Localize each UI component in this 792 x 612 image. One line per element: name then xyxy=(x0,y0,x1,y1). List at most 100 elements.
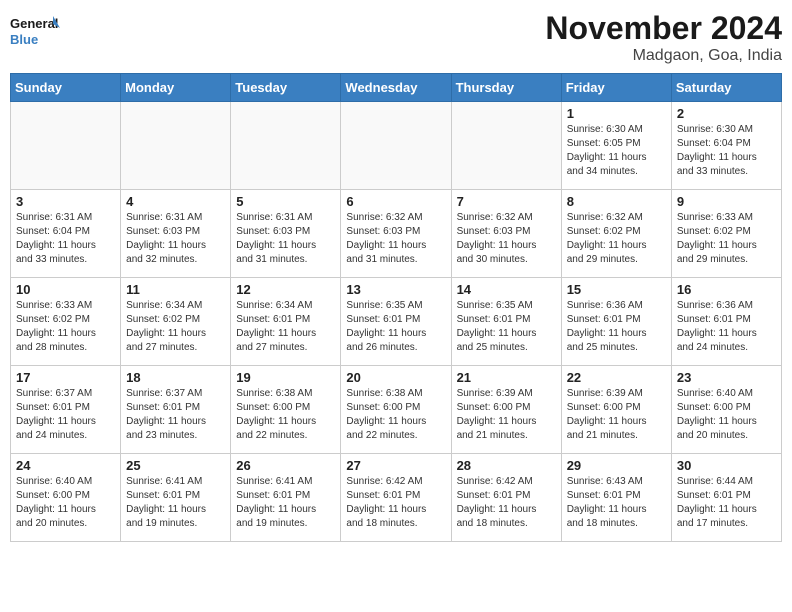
calendar-day: 28 Sunrise: 6:42 AM Sunset: 6:01 PM Dayli… xyxy=(451,454,561,542)
day-number: 7 xyxy=(457,194,556,209)
day-number: 28 xyxy=(457,458,556,473)
day-info: Sunrise: 6:36 AM Sunset: 6:01 PM Dayligh… xyxy=(677,299,776,355)
location: Madgaon, Goa, India xyxy=(545,47,782,65)
calendar-day: 21 Sunrise: 6:39 AM Sunset: 6:00 PM Dayli… xyxy=(451,366,561,454)
calendar-day: 23 Sunrise: 6:40 AM Sunset: 6:00 PM Dayli… xyxy=(671,366,781,454)
calendar-day: 7 Sunrise: 6:32 AM Sunset: 6:03 PM Daylig… xyxy=(451,190,561,278)
day-info: Sunrise: 6:32 AM Sunset: 6:03 PM Dayligh… xyxy=(457,211,556,267)
day-info: Sunrise: 6:31 AM Sunset: 6:03 PM Dayligh… xyxy=(236,211,335,267)
day-number: 6 xyxy=(346,194,445,209)
calendar-day: 14 Sunrise: 6:35 AM Sunset: 6:01 PM Dayli… xyxy=(451,278,561,366)
calendar-day: 22Sunrise: 6:39 AM Sunset: 6:00 PM Dayli… xyxy=(561,366,671,454)
page-header: General Blue November 2024 Madgaon, Goa,… xyxy=(10,10,782,65)
calendar-day: 30Sunrise: 6:44 AM Sunset: 6:01 PM Dayli… xyxy=(671,454,781,542)
day-info: Sunrise: 6:30 AM Sunset: 6:05 PM Dayligh… xyxy=(567,123,666,179)
day-number: 22 xyxy=(567,370,666,385)
day-info: Sunrise: 6:37 AM Sunset: 6:01 PM Dayligh… xyxy=(16,387,115,443)
calendar-day: 11 Sunrise: 6:34 AM Sunset: 6:02 PM Dayli… xyxy=(121,278,231,366)
day-info: Sunrise: 6:40 AM Sunset: 6:00 PM Dayligh… xyxy=(677,387,776,443)
calendar-day: 6 Sunrise: 6:32 AM Sunset: 6:03 PM Daylig… xyxy=(341,190,451,278)
calendar-day: 19 Sunrise: 6:38 AM Sunset: 6:00 PM Dayli… xyxy=(231,366,341,454)
calendar-day: 29 Sunrise: 6:43 AM Sunset: 6:01 PM Dayli… xyxy=(561,454,671,542)
day-number: 1 xyxy=(567,106,666,121)
day-number: 11 xyxy=(126,282,225,297)
day-info: Sunrise: 6:34 AM Sunset: 6:01 PM Dayligh… xyxy=(236,299,335,355)
day-info: Sunrise: 6:44 AM Sunset: 6:01 PM Dayligh… xyxy=(677,475,776,531)
calendar-day: 4Sunrise: 6:31 AM Sunset: 6:03 PM Daylig… xyxy=(121,190,231,278)
day-info: Sunrise: 6:39 AM Sunset: 6:00 PM Dayligh… xyxy=(457,387,556,443)
day-number: 2 xyxy=(677,106,776,121)
calendar-day xyxy=(11,102,121,190)
day-number: 25 xyxy=(126,458,225,473)
calendar-day: 16 Sunrise: 6:36 AM Sunset: 6:01 PM Dayli… xyxy=(671,278,781,366)
day-number: 13 xyxy=(346,282,445,297)
calendar-day: 5 Sunrise: 6:31 AM Sunset: 6:03 PM Daylig… xyxy=(231,190,341,278)
svg-text:Blue: Blue xyxy=(10,32,38,47)
calendar-week-row: 10Sunrise: 6:33 AM Sunset: 6:02 PM Dayli… xyxy=(11,278,782,366)
weekday-header: Saturday xyxy=(671,74,781,102)
day-number: 9 xyxy=(677,194,776,209)
calendar-week-row: 3 Sunrise: 6:31 AM Sunset: 6:04 PM Daylig… xyxy=(11,190,782,278)
day-info: Sunrise: 6:32 AM Sunset: 6:03 PM Dayligh… xyxy=(346,211,445,267)
logo-svg: General Blue xyxy=(10,10,60,54)
calendar-day xyxy=(341,102,451,190)
day-info: Sunrise: 6:42 AM Sunset: 6:01 PM Dayligh… xyxy=(346,475,445,531)
weekday-header: Tuesday xyxy=(231,74,341,102)
calendar-day xyxy=(231,102,341,190)
day-info: Sunrise: 6:38 AM Sunset: 6:00 PM Dayligh… xyxy=(346,387,445,443)
day-number: 21 xyxy=(457,370,556,385)
weekday-header: Sunday xyxy=(11,74,121,102)
logo: General Blue xyxy=(10,10,60,54)
month-title: November 2024 xyxy=(545,10,782,47)
calendar-day: 27 Sunrise: 6:42 AM Sunset: 6:01 PM Dayli… xyxy=(341,454,451,542)
weekday-header: Friday xyxy=(561,74,671,102)
calendar-day: 2 Sunrise: 6:30 AM Sunset: 6:04 PM Daylig… xyxy=(671,102,781,190)
calendar-week-row: 17 Sunrise: 6:37 AM Sunset: 6:01 PM Dayli… xyxy=(11,366,782,454)
day-info: Sunrise: 6:41 AM Sunset: 6:01 PM Dayligh… xyxy=(126,475,225,531)
day-info: Sunrise: 6:32 AM Sunset: 6:02 PM Dayligh… xyxy=(567,211,666,267)
weekday-header: Monday xyxy=(121,74,231,102)
calendar-day xyxy=(121,102,231,190)
calendar-day: 3 Sunrise: 6:31 AM Sunset: 6:04 PM Daylig… xyxy=(11,190,121,278)
title-block: November 2024 Madgaon, Goa, India xyxy=(545,10,782,65)
svg-text:General: General xyxy=(10,16,58,31)
day-number: 17 xyxy=(16,370,115,385)
day-number: 8 xyxy=(567,194,666,209)
calendar-day: 1 Sunrise: 6:30 AM Sunset: 6:05 PM Daylig… xyxy=(561,102,671,190)
day-number: 23 xyxy=(677,370,776,385)
day-info: Sunrise: 6:40 AM Sunset: 6:00 PM Dayligh… xyxy=(16,475,115,531)
day-info: Sunrise: 6:38 AM Sunset: 6:00 PM Dayligh… xyxy=(236,387,335,443)
day-number: 5 xyxy=(236,194,335,209)
day-number: 20 xyxy=(346,370,445,385)
day-info: Sunrise: 6:31 AM Sunset: 6:04 PM Dayligh… xyxy=(16,211,115,267)
calendar-day: 10Sunrise: 6:33 AM Sunset: 6:02 PM Dayli… xyxy=(11,278,121,366)
day-number: 24 xyxy=(16,458,115,473)
calendar-day: 13 Sunrise: 6:35 AM Sunset: 6:01 PM Dayli… xyxy=(341,278,451,366)
weekday-header-row: SundayMondayTuesdayWednesdayThursdayFrid… xyxy=(11,74,782,102)
day-number: 29 xyxy=(567,458,666,473)
calendar-day: 26Sunrise: 6:41 AM Sunset: 6:01 PM Dayli… xyxy=(231,454,341,542)
day-number: 15 xyxy=(567,282,666,297)
day-number: 14 xyxy=(457,282,556,297)
day-info: Sunrise: 6:30 AM Sunset: 6:04 PM Dayligh… xyxy=(677,123,776,179)
day-number: 27 xyxy=(346,458,445,473)
day-info: Sunrise: 6:42 AM Sunset: 6:01 PM Dayligh… xyxy=(457,475,556,531)
day-info: Sunrise: 6:36 AM Sunset: 6:01 PM Dayligh… xyxy=(567,299,666,355)
day-info: Sunrise: 6:37 AM Sunset: 6:01 PM Dayligh… xyxy=(126,387,225,443)
calendar-day: 24 Sunrise: 6:40 AM Sunset: 6:00 PM Dayli… xyxy=(11,454,121,542)
day-info: Sunrise: 6:35 AM Sunset: 6:01 PM Dayligh… xyxy=(346,299,445,355)
day-number: 10 xyxy=(16,282,115,297)
day-number: 19 xyxy=(236,370,335,385)
calendar-day: 15 Sunrise: 6:36 AM Sunset: 6:01 PM Dayli… xyxy=(561,278,671,366)
weekday-header: Wednesday xyxy=(341,74,451,102)
day-info: Sunrise: 6:35 AM Sunset: 6:01 PM Dayligh… xyxy=(457,299,556,355)
day-info: Sunrise: 6:33 AM Sunset: 6:02 PM Dayligh… xyxy=(677,211,776,267)
calendar-day: 17 Sunrise: 6:37 AM Sunset: 6:01 PM Dayli… xyxy=(11,366,121,454)
calendar-day: 9 Sunrise: 6:33 AM Sunset: 6:02 PM Daylig… xyxy=(671,190,781,278)
day-number: 3 xyxy=(16,194,115,209)
day-number: 12 xyxy=(236,282,335,297)
day-info: Sunrise: 6:34 AM Sunset: 6:02 PM Dayligh… xyxy=(126,299,225,355)
day-info: Sunrise: 6:43 AM Sunset: 6:01 PM Dayligh… xyxy=(567,475,666,531)
day-number: 4 xyxy=(126,194,225,209)
day-number: 16 xyxy=(677,282,776,297)
